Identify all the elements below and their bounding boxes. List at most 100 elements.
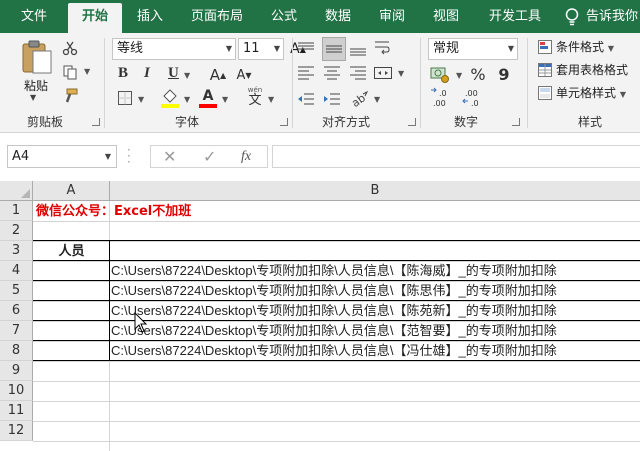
cell-b5-path[interactable]: C:\Users\87224\Desktop\专项附加扣除\人员信息\【陈思伟】… [111,281,640,301]
tab-insert[interactable]: 插入 [128,0,172,33]
copy-dropdown-arrow[interactable]: ▼ [84,67,90,76]
tab-formulas[interactable]: 公式 [262,0,306,33]
row-header[interactable]: 1 [0,201,33,221]
tell-me-search[interactable]: 告诉我你 [586,0,638,33]
svg-text:.00: .00 [465,89,478,98]
row-header[interactable]: 6 [0,301,33,321]
decrease-indent-icon[interactable] [296,89,316,109]
svg-text:.00: .00 [433,99,446,108]
font-launcher-icon[interactable] [280,118,288,126]
formula-bar-resize-handle[interactable]: · · · [127,144,131,168]
copy-icon[interactable] [62,63,78,81]
cell-b7-path[interactable]: C:\Users\87224\Desktop\专项附加扣除\人员信息\【范智要】… [111,321,640,341]
cell-a3-header[interactable]: 人员 [34,242,109,262]
align-center-icon[interactable] [322,63,342,83]
font-name-select[interactable]: 等线 ▼ [112,38,236,60]
underline-dropdown-arrow[interactable]: ▼ [184,71,190,80]
accounting-dropdown-arrow[interactable]: ▼ [456,71,462,80]
align-top-icon[interactable] [296,39,316,59]
paste-icon[interactable] [18,39,54,75]
number-format-select[interactable]: 常规 ▼ [428,38,518,60]
fill-color-icon[interactable] [160,87,180,109]
cell-b6-path[interactable]: C:\Users\87224\Desktop\专项附加扣除\人员信息\【陈苑新】… [111,301,640,321]
table-border [109,240,110,361]
wrap-text-icon[interactable] [372,37,392,59]
row-header[interactable]: 11 [0,401,33,421]
underline-button[interactable]: U [168,65,179,82]
paste-dropdown-arrow[interactable]: ▼ [30,93,36,102]
column-header-b[interactable]: B [110,181,640,201]
align-bottom-icon[interactable] [348,39,368,59]
group-separator [104,38,105,128]
confirm-icon[interactable]: ✓ [203,146,216,167]
number-launcher-icon[interactable] [512,118,520,126]
tab-review[interactable]: 审阅 [370,0,414,33]
increase-indent-icon[interactable] [322,89,342,109]
cell-styles-icon [538,86,552,100]
fill-color-dropdown-arrow[interactable]: ▼ [184,95,190,104]
row-header[interactable]: 8 [0,341,33,361]
format-as-table-button[interactable]: 套用表格格式 [538,60,628,80]
percent-button[interactable]: % [468,64,488,84]
orientation-icon[interactable]: ab [348,89,370,109]
cut-icon[interactable] [62,39,78,57]
insert-function-icon[interactable]: fx [241,146,251,167]
bold-button[interactable]: B [118,65,128,82]
conditional-formatting-button[interactable]: 条件格式 ▼ [538,37,614,57]
paste-button[interactable]: 粘贴 [16,77,56,94]
row-header[interactable]: 4 [0,261,33,281]
worksheet-grid: A B 1 2 3 4 5 6 7 8 9 10 11 12 微信公众号：Exc… [0,181,640,451]
tab-home[interactable]: 开始 [68,3,122,33]
tab-view[interactable]: 视图 [424,0,468,33]
name-box[interactable]: A4 ▼ [7,145,117,168]
align-right-icon[interactable] [348,63,368,83]
tab-file[interactable]: 文件 [8,0,60,33]
cell-b4-path[interactable]: C:\Users\87224\Desktop\专项附加扣除\人员信息\【陈海威】… [111,261,640,281]
font-size-select[interactable]: 11 ▼ [238,38,284,60]
comma-style-button[interactable]: 9 [496,64,512,84]
group-label-font: 字体 [174,115,199,129]
phonetic-icon[interactable]: wén 文 [244,85,266,109]
row-header[interactable]: 12 [0,421,33,441]
merge-dropdown-arrow[interactable]: ▼ [398,69,404,78]
tab-data[interactable]: 数据 [316,0,360,33]
cell-b8-path[interactable]: C:\Users\87224\Desktop\专项附加扣除\人员信息\【冯仕雄】… [111,341,640,361]
font-color-dropdown-arrow[interactable]: ▼ [222,95,228,104]
alignment-launcher-icon[interactable] [408,118,416,126]
lightbulb-icon[interactable] [563,7,581,27]
italic-button[interactable]: I [144,65,150,82]
orientation-dropdown-arrow[interactable]: ▼ [374,95,380,104]
increase-decimal-icon[interactable]: .0.00 [430,87,454,109]
chevron-down-icon: ▼ [273,44,280,53]
merge-center-icon[interactable] [372,63,394,83]
shrink-font-icon[interactable]: A ▼ [234,65,254,85]
align-middle-icon[interactable] [322,37,346,61]
row-header[interactable]: 2 [0,221,33,241]
gridline [33,441,640,442]
font-color-icon[interactable]: A [198,87,218,109]
decrease-decimal-icon[interactable]: .00.0 [462,87,486,109]
phonetic-dropdown-arrow[interactable]: ▼ [268,95,274,104]
select-all-corner[interactable] [0,181,33,201]
row-header[interactable]: 3 [0,241,33,261]
accounting-format-icon[interactable] [428,64,454,84]
row-header[interactable]: 10 [0,381,33,401]
borders-icon[interactable] [116,89,134,107]
cancel-icon[interactable]: ✕ [163,146,176,167]
row-header[interactable]: 5 [0,281,33,301]
row-header[interactable]: 7 [0,321,33,341]
ribbon-tab-bar: 文件 开始 插入 页面布局 公式 数据 审阅 视图 开发工具 告诉我你 [0,0,640,33]
borders-dropdown-arrow[interactable]: ▼ [138,95,144,104]
cell-a1-title[interactable]: 微信公众号：Excel不加班 [36,202,191,222]
tab-developer[interactable]: 开发工具 [480,0,550,33]
formula-input[interactable] [272,145,640,168]
chevron-down-icon: ▼ [507,44,514,53]
format-painter-icon[interactable] [62,87,78,105]
row-header[interactable]: 9 [0,361,33,381]
align-left-icon[interactable] [296,63,316,83]
clipboard-launcher-icon[interactable] [92,118,100,126]
column-header-a[interactable]: A [33,181,110,201]
tab-page-layout[interactable]: 页面布局 [182,0,252,33]
cell-styles-button[interactable]: 单元格样式 ▼ [538,83,626,103]
grow-font-icon[interactable]: A ▲ [208,65,228,85]
